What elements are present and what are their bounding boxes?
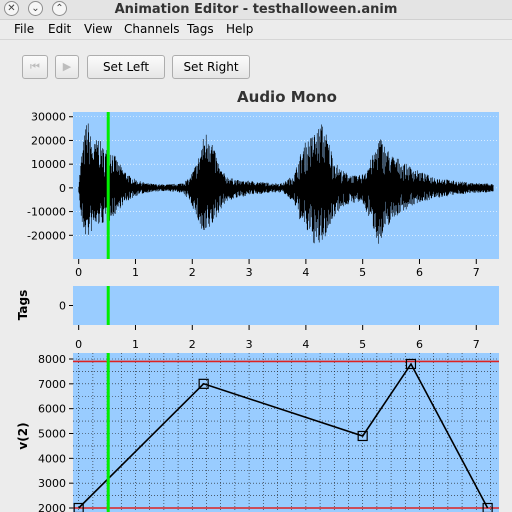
audio-y-tick-label: -20000 — [27, 229, 66, 242]
audio-x-tick-label: 4 — [302, 266, 309, 279]
audio-chart-title: Audio Mono — [237, 88, 337, 106]
audio-x-tick-label: 0 — [75, 266, 82, 279]
tags-x-tick-label: 5 — [359, 338, 366, 351]
tags-plot-area[interactable] — [73, 286, 499, 325]
charts-area: Audio Mono 01234567 3000020000100000-100… — [16, 88, 499, 512]
v2-y-tick-label: 6000 — [38, 403, 66, 416]
audio-y-tick-label: 10000 — [31, 158, 66, 171]
tags-y-tick-label: 0 — [59, 300, 66, 313]
tags-x-tick-label: 0 — [75, 338, 82, 351]
audio-x-tick-label: 6 — [416, 266, 423, 279]
audio-x-tick-label: 1 — [132, 266, 139, 279]
v2-axis-label: v(2) — [16, 422, 30, 449]
tags-x-tick-label: 6 — [416, 338, 423, 351]
tags-axis-label: Tags — [16, 290, 30, 320]
v2-y-tick-label: 3000 — [38, 477, 66, 490]
audio-y-tick-label: -10000 — [27, 206, 66, 219]
v2-y-tick-label: 8000 — [38, 353, 66, 366]
tags-x-tick-label: 1 — [132, 338, 139, 351]
v2-plot-area[interactable] — [73, 353, 499, 512]
audio-x-tick-label: 2 — [189, 266, 196, 279]
v2-y-tick-label: 4000 — [38, 452, 66, 465]
audio-x-tick-label: 3 — [246, 266, 253, 279]
v2-y-tick-label: 5000 — [38, 428, 66, 441]
audio-x-tick-label: 7 — [473, 266, 480, 279]
audio-y-tick-label: 20000 — [31, 134, 66, 147]
audio-y-tick-label: 30000 — [31, 111, 66, 124]
tags-x-tick-label: 2 — [189, 338, 196, 351]
tags-x-tick-label: 4 — [302, 338, 309, 351]
v2-y-tick-label: 7000 — [38, 378, 66, 391]
tags-x-tick-label: 7 — [473, 338, 480, 351]
tags-x-tick-label: 3 — [246, 338, 253, 351]
audio-y-tick-label: 0 — [59, 182, 66, 195]
v2-y-tick-label: 2000 — [38, 502, 66, 512]
audio-x-tick-label: 5 — [359, 266, 366, 279]
